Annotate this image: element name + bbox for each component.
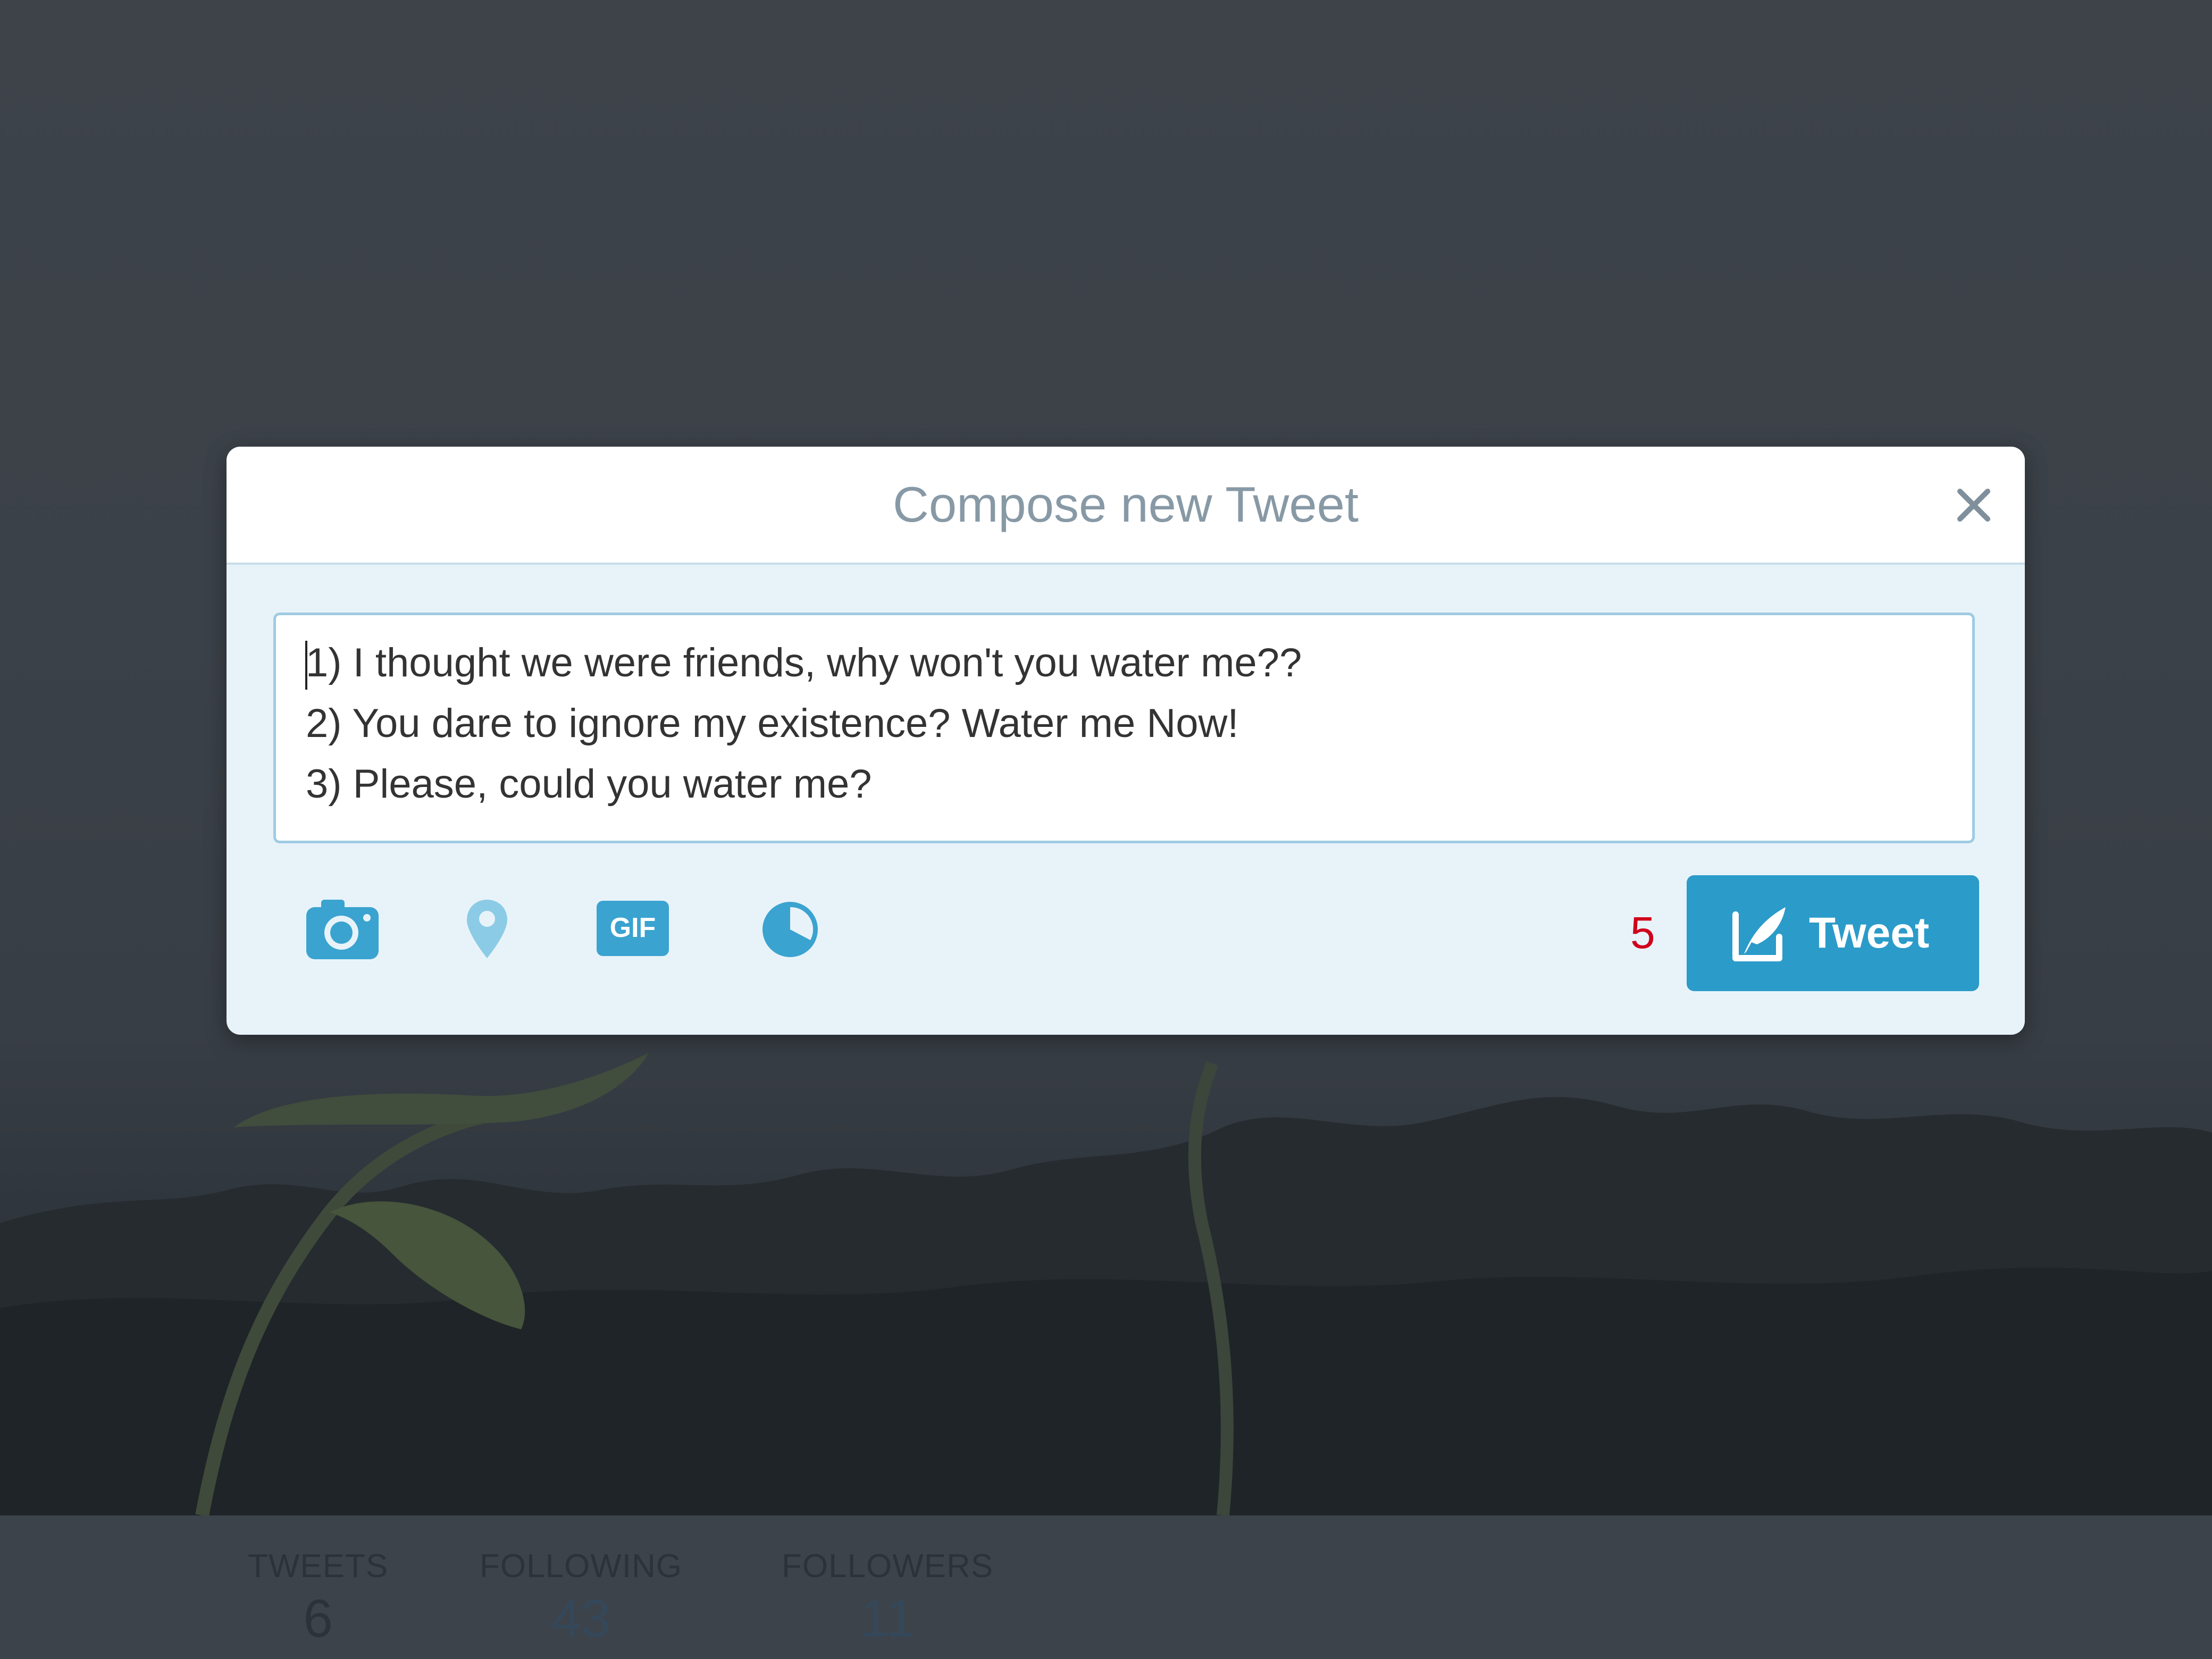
add-gif-button[interactable]: GIF — [596, 900, 670, 957]
stat-tweets-value: 6 — [303, 1589, 333, 1648]
compose-quill-icon — [1732, 907, 1786, 961]
stat-following[interactable]: FOLLOWING 43 — [480, 1547, 682, 1649]
close-icon — [1957, 489, 1990, 522]
add-poll-button[interactable] — [760, 900, 820, 959]
stat-tweets-label: TWEETS — [248, 1548, 389, 1585]
camera-icon — [306, 900, 379, 959]
tweet-line: 3) Please, could you water me? — [306, 761, 872, 807]
stat-followers-label: FOLLOWERS — [782, 1548, 994, 1585]
modal-title: Compose new Tweet — [892, 476, 1359, 532]
header-background-image — [0, 1032, 2212, 1515]
tweet-line: 1) I thought we were friends, why won't … — [306, 640, 1302, 685]
stat-following-label: FOLLOWING — [480, 1548, 683, 1585]
gif-icon: GIF — [597, 901, 669, 956]
svg-text:GIF: GIF — [610, 912, 656, 943]
character-counter: 5 — [1630, 908, 1655, 958]
tweet-text-input[interactable]: 1) I thought we were friends, why won't … — [273, 613, 1975, 843]
location-pin-icon — [467, 900, 507, 958]
tweet-line: 2) You dare to ignore my existence? Wate… — [306, 701, 1239, 746]
tweet-button-label: Tweet — [1809, 909, 1930, 957]
stat-following-value: 43 — [551, 1589, 611, 1648]
stat-tweets[interactable]: TWEETS 6 — [248, 1547, 388, 1649]
add-photo-button[interactable] — [305, 898, 380, 960]
add-location-button[interactable] — [465, 898, 509, 960]
tweet-button[interactable]: Tweet — [1687, 875, 1979, 991]
modal-header: Compose new Tweet — [227, 447, 2025, 565]
poll-icon — [763, 902, 818, 957]
stat-followers[interactable]: FOLLOWERS 11 — [782, 1547, 993, 1649]
stat-followers-value: 11 — [860, 1589, 916, 1648]
close-button[interactable] — [1948, 480, 1999, 531]
compose-tweet-modal: Compose new Tweet 1) I thought we were f… — [227, 447, 2025, 1035]
